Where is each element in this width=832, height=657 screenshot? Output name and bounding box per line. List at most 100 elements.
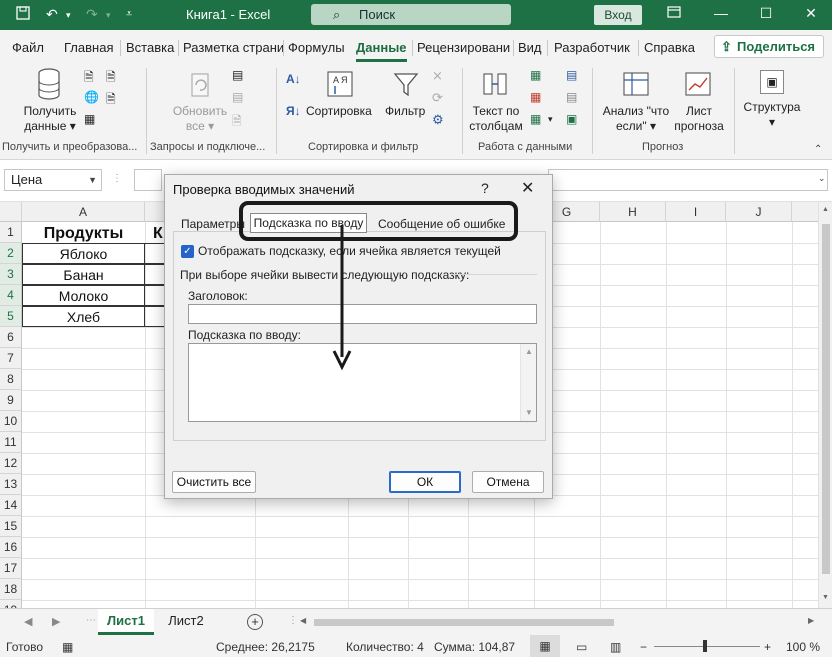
page-break-view-icon[interactable]: ▥ xyxy=(610,640,621,654)
sheet-tab-2[interactable]: Лист2 xyxy=(160,609,212,635)
row-header[interactable]: 11 xyxy=(0,432,22,453)
normal-view-icon[interactable]: ▦ xyxy=(530,635,560,657)
vertical-scrollbar[interactable]: ▲ ▼ xyxy=(818,202,832,608)
name-box[interactable]: Цена ▼ xyxy=(4,169,102,191)
text-to-columns-button[interactable]: Текст по столбцам xyxy=(468,104,524,134)
status-average[interactable]: Среднее: 26,2175 xyxy=(216,640,315,654)
row-header[interactable]: 17 xyxy=(0,558,22,579)
undo-icon[interactable]: ↶ xyxy=(46,6,58,23)
cell-b2[interactable] xyxy=(145,243,165,264)
zoom-slider[interactable] xyxy=(654,646,760,647)
cell-a4[interactable]: Молоко xyxy=(22,285,145,306)
formula-bar-handle-icon[interactable]: ⋮ xyxy=(112,173,122,184)
row-header[interactable]: 8 xyxy=(0,369,22,390)
message-textarea[interactable]: ▲ ▼ xyxy=(188,343,537,422)
queries-connections-icon[interactable]: ▤ xyxy=(232,68,243,82)
filter-button[interactable]: Фильтр xyxy=(385,104,425,119)
scroll-up-icon[interactable]: ▲ xyxy=(822,206,829,213)
help-icon[interactable]: ? xyxy=(481,180,489,196)
existing-connections-icon[interactable]: 🗎 xyxy=(106,90,116,111)
name-box-dropdown-icon[interactable]: ▼ xyxy=(88,170,97,190)
flash-fill-icon[interactable]: ▦ xyxy=(530,68,541,82)
sort-button[interactable]: Сортировка xyxy=(306,104,372,119)
cell-a2[interactable]: Яблоко xyxy=(22,243,145,264)
add-sheet-icon[interactable]: + xyxy=(247,614,263,630)
cell-b3[interactable] xyxy=(145,264,165,285)
column-header-i[interactable]: I xyxy=(666,202,726,222)
row-header[interactable]: 12 xyxy=(0,453,22,474)
zoom-in-icon[interactable]: + xyxy=(764,640,771,654)
horizontal-scrollbar[interactable]: ◀ ▶ xyxy=(300,616,820,627)
search-box[interactable]: ⌕ Поиск xyxy=(311,4,511,25)
ok-button[interactable]: ОК xyxy=(389,471,461,493)
row-header[interactable]: 4 xyxy=(0,285,22,306)
select-all-corner[interactable] xyxy=(0,202,22,222)
forecast-sheet-button[interactable]: Лист прогноза xyxy=(672,104,726,134)
maximize-icon[interactable]: ☐ xyxy=(756,5,776,22)
cell-b4[interactable] xyxy=(145,285,165,306)
tab-developer[interactable]: Разработчик xyxy=(554,40,630,55)
what-if-button[interactable]: Анализ "что если" ▾ xyxy=(600,104,672,134)
customize-qat-icon[interactable]: ⩡ xyxy=(126,8,132,21)
recent-sources-icon[interactable]: 🗎 xyxy=(106,68,116,89)
scroll-left-icon[interactable]: ◀ xyxy=(300,616,306,625)
data-validation-icon[interactable]: ▦ xyxy=(530,112,541,126)
row-header[interactable]: 5 xyxy=(0,306,22,327)
zoom-slider-thumb[interactable] xyxy=(703,640,707,652)
cell-a1[interactable]: Продукты xyxy=(22,223,145,244)
tab-view[interactable]: Вид xyxy=(518,40,542,55)
share-button[interactable]: ⇪ Поделиться xyxy=(714,35,824,58)
tab-home[interactable]: Главная xyxy=(64,40,113,55)
horizontal-scroll-thumb[interactable] xyxy=(314,619,614,626)
row-header[interactable]: 19 xyxy=(0,600,22,608)
remove-duplicates-icon[interactable]: ▦ xyxy=(530,90,541,104)
tab-help[interactable]: Справка xyxy=(644,40,695,55)
column-header-h[interactable]: H xyxy=(600,202,666,222)
page-layout-view-icon[interactable]: ▭ xyxy=(576,640,587,654)
tab-insert[interactable]: Вставка xyxy=(126,40,174,55)
scroll-down-icon[interactable]: ▼ xyxy=(822,594,829,601)
minimize-icon[interactable]: — xyxy=(711,5,731,21)
row-header[interactable]: 10 xyxy=(0,411,22,432)
sheet-tab-1[interactable]: Лист1 xyxy=(98,609,154,635)
row-header[interactable]: 3 xyxy=(0,264,22,285)
row-header[interactable]: 6 xyxy=(0,327,22,348)
column-header-j[interactable]: J xyxy=(726,202,792,222)
data-model-icon[interactable]: ▣ xyxy=(566,112,577,126)
from-web-icon[interactable]: 🌐 xyxy=(84,90,99,104)
column-header-k[interactable] xyxy=(792,202,818,222)
tab-parameters[interactable]: Параметры xyxy=(181,217,245,231)
sign-in-button[interactable]: Вход xyxy=(594,5,642,25)
cancel-button[interactable]: Отмена xyxy=(472,471,544,493)
title-input[interactable] xyxy=(188,304,537,324)
formula-input[interactable] xyxy=(548,169,828,191)
row-header[interactable]: 14 xyxy=(0,495,22,516)
status-sum[interactable]: Сумма: 104,87 xyxy=(434,640,515,654)
save-icon[interactable] xyxy=(16,6,30,23)
zoom-out-icon[interactable]: − xyxy=(640,640,647,654)
row-header[interactable]: 1 xyxy=(0,222,22,243)
scroll-right-icon[interactable]: ▶ xyxy=(808,616,814,625)
advanced-filter-icon[interactable]: ⚙ xyxy=(432,112,444,128)
undo-dropdown-icon[interactable]: ▾ xyxy=(66,10,71,21)
data-validation-dropdown-icon[interactable]: ▾ xyxy=(548,114,553,125)
dialog-close-icon[interactable]: ✕ xyxy=(521,178,534,198)
collapse-ribbon-icon[interactable]: ⌃ xyxy=(814,144,822,155)
textarea-scroll-down-icon[interactable]: ▼ xyxy=(525,408,533,417)
expand-formula-bar-icon[interactable]: ⌄ xyxy=(818,173,826,184)
macro-record-icon[interactable]: ▦ xyxy=(62,640,73,654)
tab-file[interactable]: Файл xyxy=(12,40,44,55)
next-sheet-icon[interactable]: ▶ xyxy=(52,615,60,628)
outline-button[interactable]: Структура ▾ xyxy=(740,100,804,130)
consolidate-icon[interactable]: ▤ xyxy=(566,68,577,82)
sheet-options-icon[interactable]: ⋯ xyxy=(86,615,96,626)
row-header[interactable]: 2 xyxy=(0,243,22,264)
tab-page-layout[interactable]: Разметка страни xyxy=(183,40,284,55)
zoom-level[interactable]: 100 % xyxy=(786,640,820,654)
sort-za-icon[interactable]: Я↓ xyxy=(286,104,301,118)
row-header[interactable]: 16 xyxy=(0,537,22,558)
prev-sheet-icon[interactable]: ◀ xyxy=(24,615,32,628)
textarea-scroll-up-icon[interactable]: ▲ xyxy=(525,347,533,356)
cell-a3[interactable]: Банан xyxy=(22,264,145,285)
row-header[interactable]: 15 xyxy=(0,516,22,537)
